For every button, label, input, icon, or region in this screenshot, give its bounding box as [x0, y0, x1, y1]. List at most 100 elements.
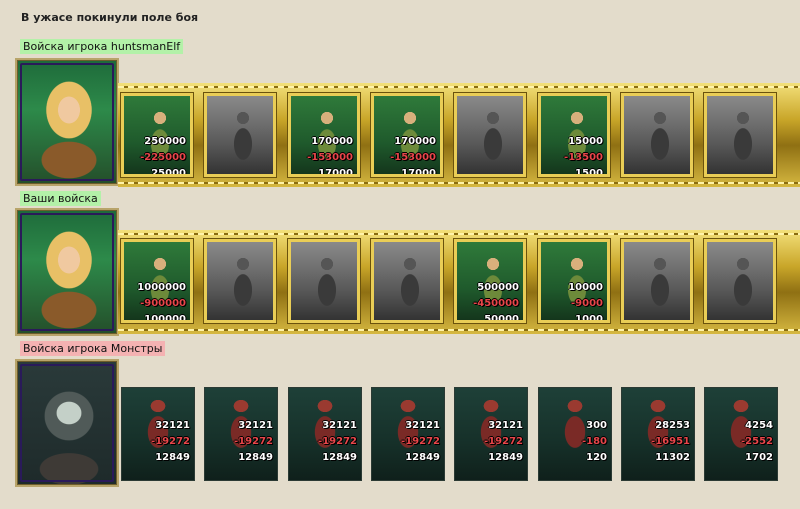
unit-total-count: 170000: [311, 136, 353, 147]
archer-icon: [457, 96, 523, 174]
unit-loss-count: -16951: [651, 436, 690, 447]
old-sage-icon: [707, 242, 773, 320]
unit-remaining-count: 1702: [745, 452, 773, 463]
unit-card[interactable]: 170000 -153000 17000: [288, 93, 360, 177]
unit-total-count: 32121: [155, 420, 190, 431]
unit-total-count: 250000: [144, 136, 186, 147]
unit-loss-count: -2552: [741, 436, 773, 447]
unit-remaining-count: 100000: [144, 314, 186, 323]
unit-total-count: 32121: [488, 420, 523, 431]
unit-card[interactable]: 300 -180 120: [538, 387, 612, 481]
unit-card[interactable]: 170000 -153000 17000: [371, 93, 443, 177]
unit-loss-count: -13500: [564, 152, 603, 163]
unit-card[interactable]: 10000 -9000 1000: [538, 239, 610, 323]
unit-loss-count: -19272: [401, 436, 440, 447]
unit-remaining-count: 12849: [488, 452, 523, 463]
unit-counts: 1000000 -900000 100000: [137, 280, 186, 323]
unit-loss-count: -900000: [140, 298, 186, 309]
unit-counts: 32121 -19272 12849: [401, 418, 440, 466]
unit-loss-count: -153000: [307, 152, 353, 163]
unit-counts: 4254 -2552 1702: [741, 418, 773, 466]
unit-remaining-count: 25000: [151, 168, 186, 177]
unit-loss-count: -19272: [151, 436, 190, 447]
dark-knight-icon: [207, 96, 273, 174]
unit-counts: 250000 -225000 25000: [140, 134, 186, 177]
unit-card[interactable]: 250000 -225000 25000: [121, 93, 193, 177]
unit-counts: 28253 -16951 11302: [651, 418, 690, 466]
unit-remaining-count: 12849: [155, 452, 190, 463]
shield-warrior-icon: [207, 242, 273, 320]
unit-card[interactable]: 32121 -19272 12849: [288, 387, 362, 481]
unit-loss-count: -19272: [234, 436, 273, 447]
unit-card[interactable]: [454, 93, 526, 177]
unit-total-count: 1000000: [137, 282, 186, 293]
unit-total-count: 32121: [322, 420, 357, 431]
unit-remaining-count: 17000: [318, 168, 353, 177]
unit-total-count: 32121: [238, 420, 273, 431]
unit-card[interactable]: 32121 -19272 12849: [204, 387, 278, 481]
unit-remaining-count: 12849: [322, 452, 357, 463]
unit-card[interactable]: 28253 -16951 11302: [621, 387, 695, 481]
unit-counts: 32121 -19272 12849: [484, 418, 523, 466]
unit-card[interactable]: 500000 -450000 50000: [454, 239, 526, 323]
monster-lord-portrait[interactable]: [15, 359, 119, 487]
unit-loss-count: -180: [581, 436, 607, 447]
group-label-your-troops: Ваши войска: [20, 191, 101, 206]
unit-counts: 10000 -9000 1000: [568, 280, 603, 323]
unit-counts: 300 -180 120: [582, 418, 607, 466]
unit-remaining-count: 50000: [484, 314, 519, 323]
unit-card[interactable]: [204, 239, 276, 323]
unit-counts: 32121 -19272 12849: [151, 418, 190, 466]
unit-card[interactable]: 15000 -13500 1500: [538, 93, 610, 177]
unit-total-count: 500000: [477, 282, 519, 293]
unit-card[interactable]: [621, 239, 693, 323]
group-label-huntsmanelf: Войска игрока huntsmanElf: [20, 39, 184, 54]
unit-card[interactable]: 1000000 -900000 100000: [121, 239, 193, 323]
unit-loss-count: -19272: [484, 436, 523, 447]
unit-counts: 500000 -450000 50000: [473, 280, 519, 323]
unit-loss-count: -450000: [473, 298, 519, 309]
unit-card[interactable]: [704, 239, 776, 323]
unit-card[interactable]: 4254 -2552 1702: [704, 387, 778, 481]
unit-loss-count: -153000: [390, 152, 436, 163]
hooded-figure-icon: [624, 96, 690, 174]
elf-huntress-portrait[interactable]: [15, 208, 119, 336]
unit-remaining-count: 1500: [575, 168, 603, 177]
unit-loss-count: -225000: [140, 152, 186, 163]
unit-card[interactable]: 32121 -19272 12849: [121, 387, 195, 481]
pegasus-icon: [374, 242, 440, 320]
cavalry-icon: [291, 242, 357, 320]
unit-total-count: 32121: [405, 420, 440, 431]
unit-total-count: 300: [586, 420, 607, 431]
elder-druid-icon: [707, 96, 773, 174]
unit-card[interactable]: [371, 239, 443, 323]
unit-remaining-count: 11302: [655, 452, 690, 463]
unit-counts: 32121 -19272 12849: [234, 418, 273, 466]
unit-loss-count: -9000: [571, 298, 603, 309]
unit-remaining-count: 12849: [238, 452, 273, 463]
unit-card[interactable]: [204, 93, 276, 177]
unit-remaining-count: 17000: [401, 168, 436, 177]
unit-counts: 170000 -153000 17000: [307, 134, 353, 177]
unit-remaining-count: 1000: [575, 314, 603, 323]
unit-card[interactable]: [621, 93, 693, 177]
unit-remaining-count: 120: [586, 452, 607, 463]
unit-counts: 15000 -13500 1500: [564, 134, 603, 177]
unit-total-count: 4254: [745, 420, 773, 431]
group-label-monsters: Войска игрока Монстры: [20, 341, 166, 356]
unit-total-count: 15000: [568, 136, 603, 147]
unit-total-count: 170000: [394, 136, 436, 147]
unit-counts: 170000 -153000 17000: [390, 134, 436, 177]
unit-card[interactable]: [704, 93, 776, 177]
unit-total-count: 28253: [655, 420, 690, 431]
unit-counts: 32121 -19272 12849: [318, 418, 357, 466]
elf-huntress-portrait[interactable]: [15, 58, 119, 186]
unit-card[interactable]: 32121 -19272 12849: [371, 387, 445, 481]
unit-remaining-count: 12849: [405, 452, 440, 463]
unit-card[interactable]: 32121 -19272 12849: [454, 387, 528, 481]
battle-result-title: В ужасе покинули поле боя: [21, 11, 199, 24]
unit-loss-count: -19272: [318, 436, 357, 447]
unit-card[interactable]: [288, 239, 360, 323]
unit-total-count: 10000: [568, 282, 603, 293]
armored-guard-icon: [624, 242, 690, 320]
